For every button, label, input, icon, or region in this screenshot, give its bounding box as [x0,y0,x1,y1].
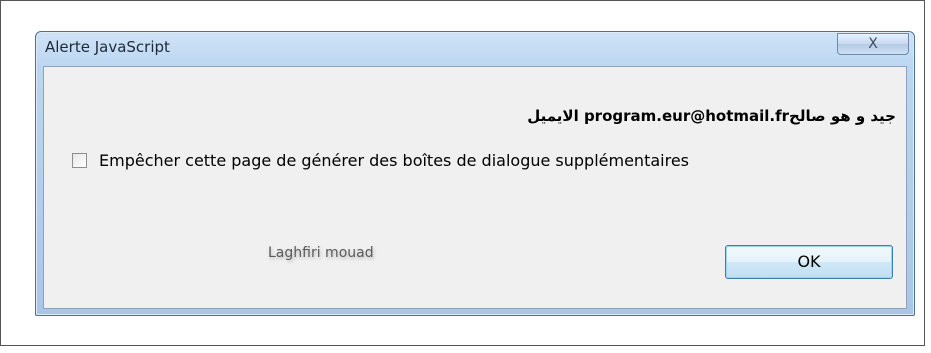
watermark-text: Laghfiri mouad [268,245,374,261]
javascript-alert-dialog: Alerte JavaScript X جيد و هو صالحprogram… [35,31,915,316]
dialog-content: جيد و هو صالحprogram.eur@hotmail.fr الاي… [43,66,907,309]
suppress-dialogs-label[interactable]: Empêcher cette page de générer des boîte… [99,151,689,170]
dialog-title: Alerte JavaScript [45,38,170,56]
screenshot-frame: Alerte JavaScript X جيد و هو صالحprogram… [0,0,925,346]
suppress-dialogs-checkbox[interactable] [72,153,87,168]
dialog-titlebar: Alerte JavaScript X [36,32,914,66]
ok-button[interactable]: OK [725,245,893,279]
close-button[interactable]: X [837,33,909,55]
close-icon: X [868,36,878,52]
alert-message: جيد و هو صالحprogram.eur@hotmail.fr الاي… [527,107,896,125]
suppress-dialogs-row[interactable]: Empêcher cette page de générer des boîte… [72,151,689,170]
